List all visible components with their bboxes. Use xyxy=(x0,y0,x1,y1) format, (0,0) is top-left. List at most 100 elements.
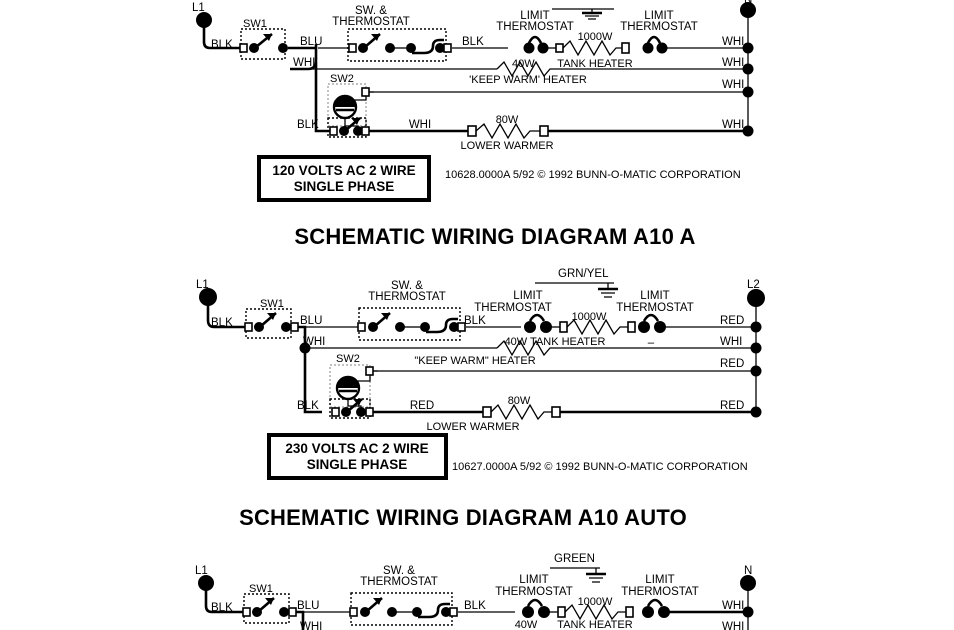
d1-limit1-dot-left xyxy=(523,42,535,54)
d1-sw1-terminal-left xyxy=(239,43,248,53)
d2-sw2-label: SW2 xyxy=(336,353,360,365)
d2-l2-junction-3 xyxy=(750,365,762,377)
d2-label-ret-3: RED xyxy=(720,358,744,370)
d1-label-1000w: 1000W xyxy=(578,31,613,43)
d2-sw1-contact-dot xyxy=(281,322,291,332)
d2-terminal-l1-label: L1 xyxy=(196,279,209,291)
d3-limit1-arc xyxy=(526,598,544,607)
d2-label-blk-l1: BLK xyxy=(211,317,233,329)
d2-voltage-box-line2: SINGLE PHASE xyxy=(307,457,408,472)
d3-thermostat-dot-2 xyxy=(387,607,397,617)
d3-label-blk-limit: BLK xyxy=(464,600,486,612)
d1-label-blk-l1: BLK xyxy=(211,39,233,51)
d3-sw1-terminal-left xyxy=(242,607,251,617)
d1-thermostat-dot-2 xyxy=(385,43,395,53)
d1-thermostat-terminal-right xyxy=(443,43,452,53)
d1-limit2-dot-left xyxy=(642,42,654,54)
d1-limit1-dot-right xyxy=(537,42,549,54)
d3-terminal-n-node xyxy=(740,575,756,591)
d1-terminal-l1-label: L1 xyxy=(192,2,205,14)
d2-l2-junction-2 xyxy=(750,342,762,354)
d1-label-whi-tap: WHI xyxy=(293,57,315,69)
d2-label-ret-2: WHI xyxy=(720,336,742,348)
d3-label-blu: BLU xyxy=(297,600,319,612)
d3-sw1-label: SW1 xyxy=(249,583,273,595)
d3-limit2-dot-right xyxy=(658,606,670,618)
d2-limit1-arc xyxy=(528,313,546,322)
d1-limit1-arc xyxy=(527,35,543,44)
d2-sw2-contact-dot xyxy=(356,407,366,417)
d2-tank-heater-terminal-left xyxy=(559,321,568,333)
d2-label-keep-warm-heater: "KEEP WARM" HEATER xyxy=(414,355,535,367)
d1-label-whi-1: WHI xyxy=(722,36,744,48)
d2-lower-warmer-terminal-left xyxy=(482,406,492,418)
d2-terminal-l2-label: L2 xyxy=(747,279,760,291)
d1-label-80w: 80W xyxy=(496,114,519,126)
d2-label-1000w: 1000W xyxy=(572,311,607,323)
d2-limit1-label-line1: LIMIT xyxy=(513,290,542,302)
d2-l2-junction-4 xyxy=(750,406,762,418)
diagram-3-group: L1 BLK SW1 BLU WHI SW. & THERMOSTAT BLK xyxy=(195,553,756,630)
d3-ground-bars xyxy=(589,577,603,583)
d1-thermostat-dot-3 xyxy=(406,43,416,53)
d2-limit1-label-line2: THERMOSTAT xyxy=(474,302,552,314)
d1-tank-heater-terminal-right xyxy=(621,42,630,54)
d1-sw2-terminal-right xyxy=(361,126,370,136)
d2-terminal-l2-node xyxy=(747,289,765,307)
d2-ground-bars xyxy=(601,292,615,298)
d3-limit1-dot-right xyxy=(538,606,550,618)
d1-n-junction-1 xyxy=(742,42,754,54)
d3-tank-heater-terminal-left xyxy=(557,606,566,618)
d3-thermostat-terminal-right xyxy=(449,607,458,617)
d2-label-red-lower: RED xyxy=(410,400,434,412)
wiring-diagram-canvas: L1 BLK SW1 BLU WHI BLK SW. & THERMOSTAT xyxy=(192,0,765,630)
d1-label-tank-heater: TANK HEATER xyxy=(557,58,632,70)
d1-label-lower-warmer: LOWER WARMER xyxy=(460,140,553,152)
d1-label-whi-3: WHI xyxy=(722,79,744,91)
d1-lower-warmer-terminal-right xyxy=(539,125,549,137)
d2-label-lower-warmer: LOWER WARMER xyxy=(426,421,519,433)
d2-limit2-label-line2: THERMOSTAT xyxy=(616,302,694,314)
d1-label-whi-4: WHI xyxy=(722,119,744,131)
d1-limit2-arc xyxy=(646,35,662,44)
d1-label-keep-warm-heater: 'KEEP WARM' HEATER xyxy=(469,74,587,86)
d2-thermostat-terminal-left xyxy=(357,322,366,332)
d2-lower-warmer-resistor xyxy=(490,403,552,421)
d2-sw2-terminal-left xyxy=(331,407,340,417)
d1-lower-warmer-terminal-left xyxy=(467,125,477,137)
d2-label-blk-sw2: BLK xyxy=(297,400,319,412)
d1-sw2-terminal-left xyxy=(329,126,338,136)
d2-ground-label: GRN/YEL xyxy=(558,268,609,280)
d2-sw1-terminal-left xyxy=(244,322,253,332)
d2-lower-warmer-terminal-right xyxy=(551,406,561,418)
d1-limit2-dot-right xyxy=(656,42,668,54)
d2-limit2-dash-mark: – xyxy=(648,337,655,349)
d2-sw1-label: SW1 xyxy=(260,298,284,310)
d3-terminal-l1-label: L1 xyxy=(195,565,208,577)
d2-thermostat-dot-3 xyxy=(420,322,430,332)
d2-voltage-box-line1: 230 VOLTS AC 2 WIRE xyxy=(285,441,428,456)
d2-copyright-line: 10627.0000A 5/92 © 1992 BUNN-O-MATIC COR… xyxy=(452,461,748,473)
d1-ground-bars xyxy=(585,15,599,20)
d3-limit2-arc xyxy=(646,598,664,607)
d1-voltage-box-line1: 120 VOLTS AC 2 WIRE xyxy=(272,163,415,178)
d3-label-1000w: 1000W xyxy=(578,596,613,608)
d1-label-blk-sw2: BLK xyxy=(297,119,319,131)
d2-limit2-dot-left xyxy=(638,321,650,333)
d2-label-ret-1: RED xyxy=(720,315,744,327)
d1-limit2-label-line2: THERMOSTAT xyxy=(620,21,698,33)
diagram-2-group: L1 BLK SW1 BLU WHI BLK SW. & THERMOSTAT xyxy=(196,268,765,530)
d2-tank-heater-terminal-right xyxy=(627,321,636,333)
d3-thermostat-dot-3 xyxy=(412,607,422,617)
d2-label-whi-tap: WHI xyxy=(303,336,325,348)
d1-label-whi-2: WHI xyxy=(722,57,744,69)
d1-label-blu: BLU xyxy=(300,36,322,48)
d3-ground-label: GREEN xyxy=(554,553,595,565)
d1-title: SCHEMATIC WIRING DIAGRAM A10 A xyxy=(294,224,695,249)
d1-sw2-terminal-upper xyxy=(361,87,370,97)
d1-terminal-n-label: N xyxy=(744,0,752,6)
d3-label-whi-1: WHI xyxy=(722,600,744,612)
d2-label-blk-limit: BLK xyxy=(464,315,486,327)
d2-label-ret-4: RED xyxy=(720,400,744,412)
d3-label-blk-l1: BLK xyxy=(211,602,233,614)
